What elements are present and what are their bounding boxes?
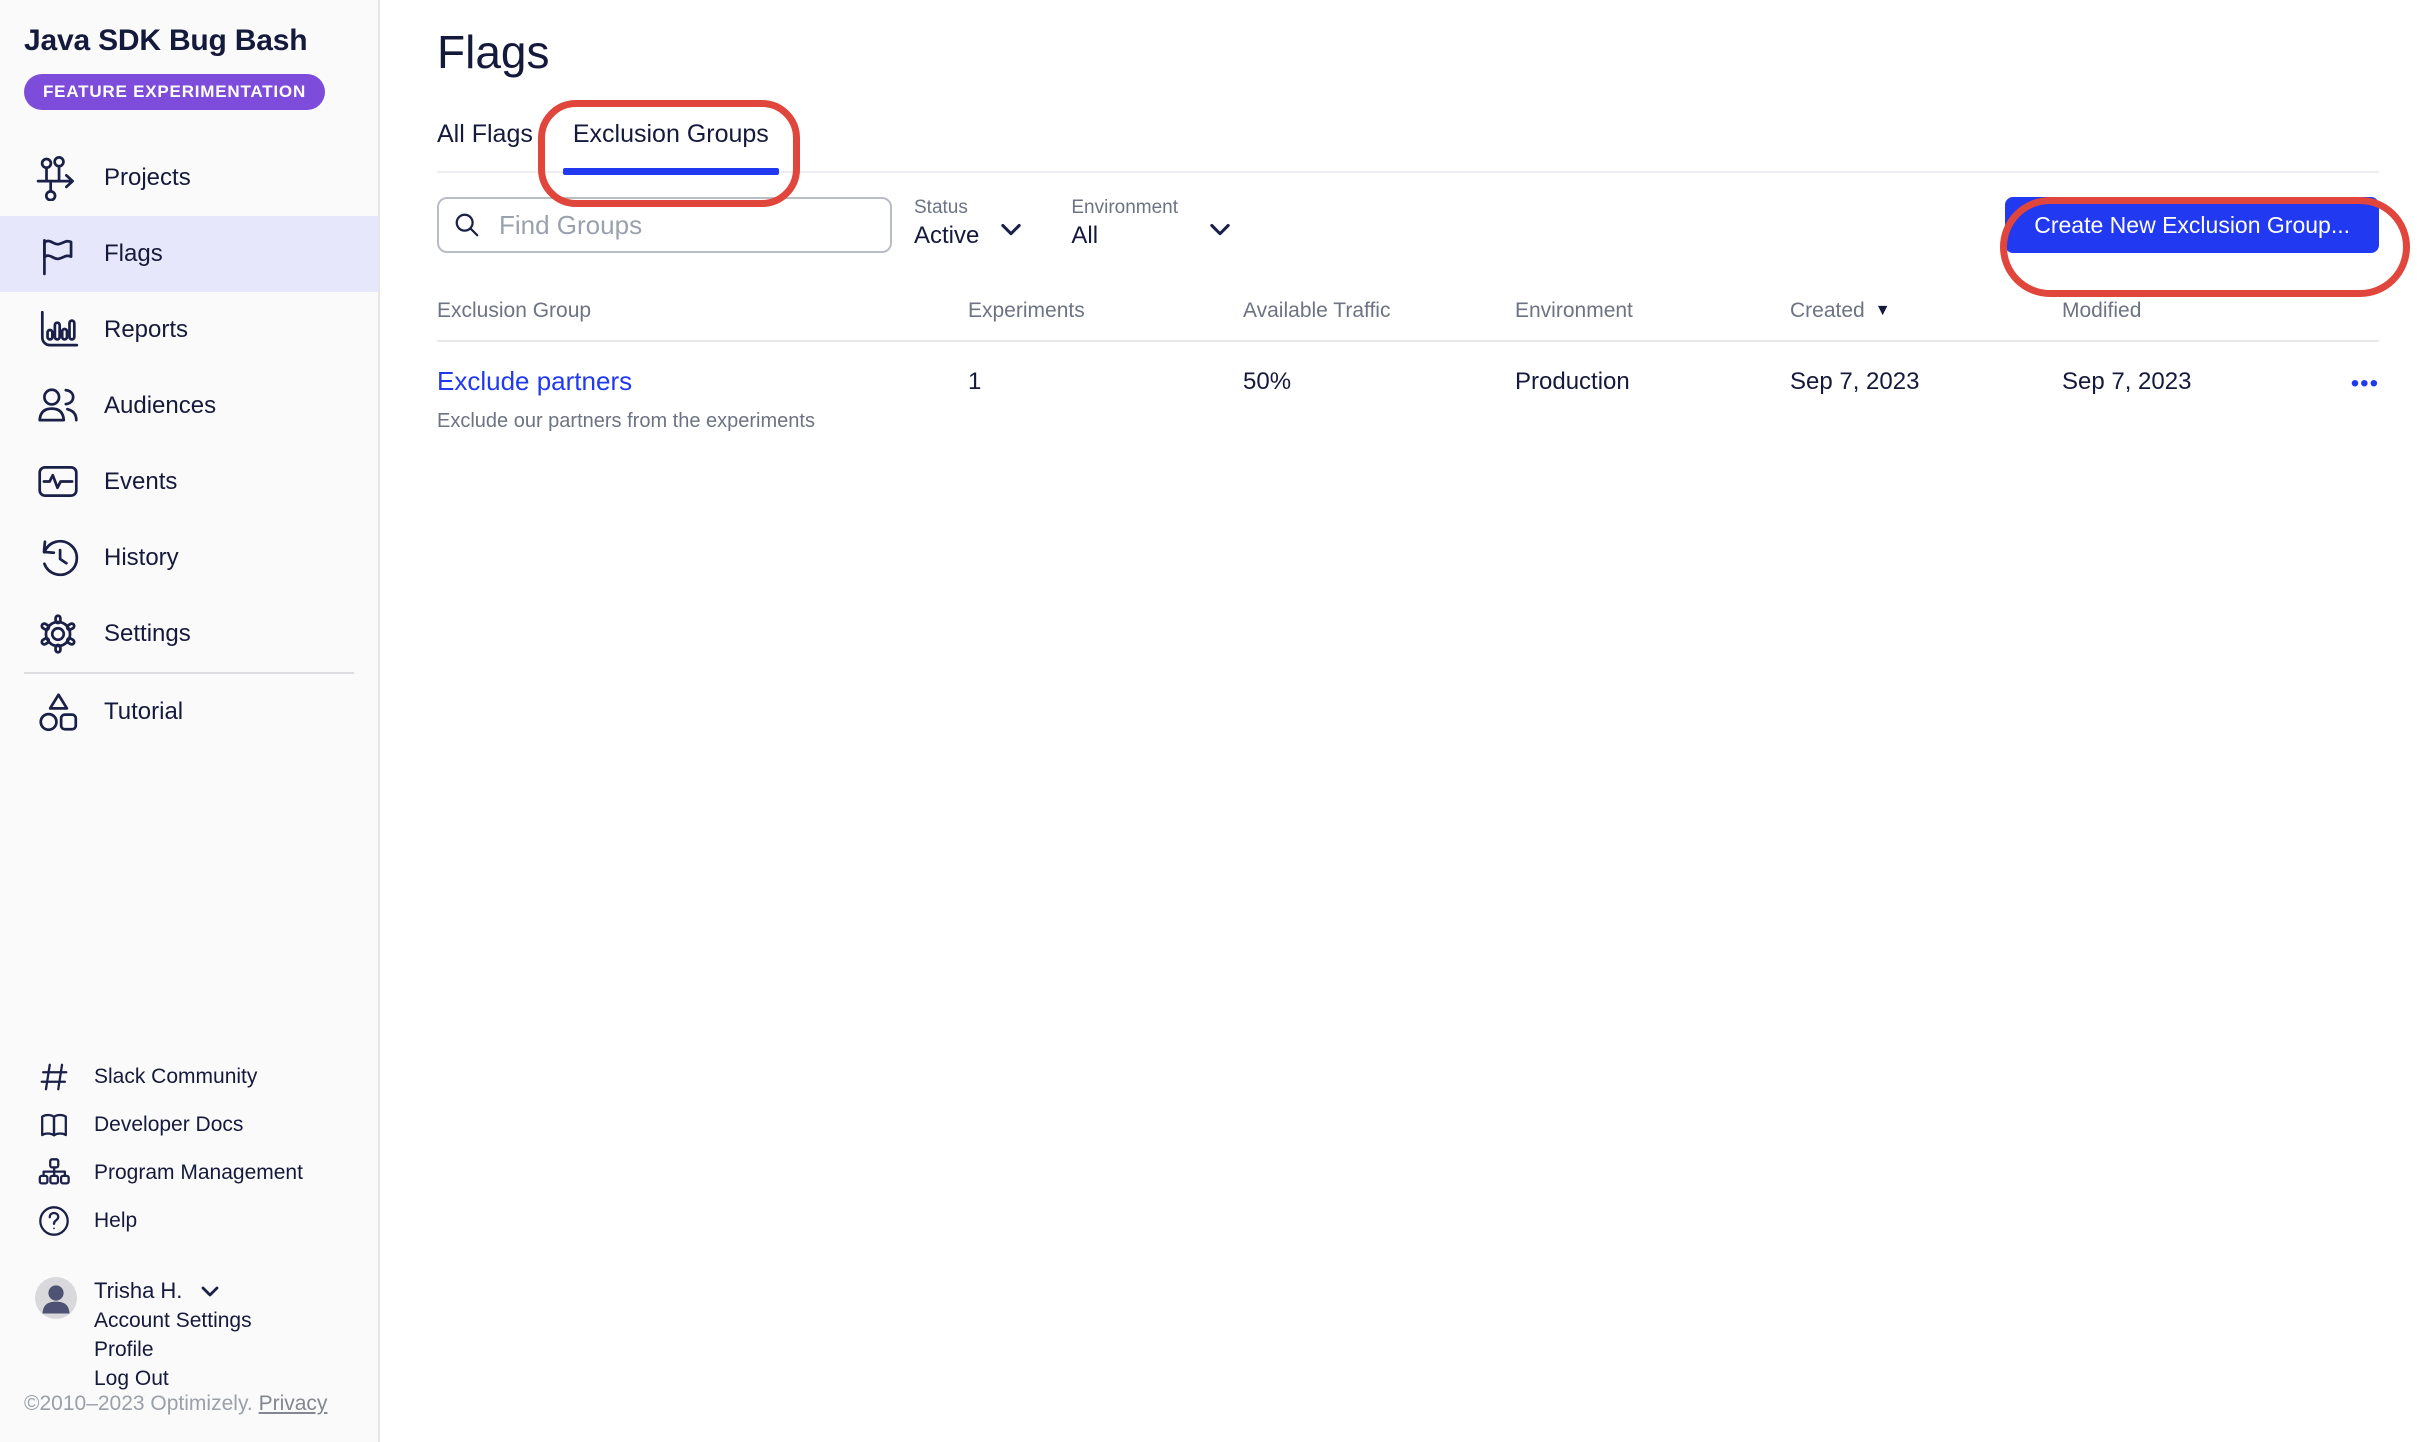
- product-badge: FEATURE EXPERIMENTATION: [24, 74, 326, 110]
- column-header-modified[interactable]: Modified: [2062, 299, 2379, 323]
- project-name: Java SDK Bug Bash: [24, 24, 308, 57]
- sidebar-link-program-management[interactable]: Program Management: [36, 1149, 378, 1197]
- main-content: Flags All Flags Exclusion Groups Status …: [380, 0, 2434, 1442]
- create-new-exclusion-group-button[interactable]: Create New Exclusion Group...: [2005, 197, 2379, 253]
- controls-row: Status Active Environment All Create New…: [437, 197, 2379, 253]
- sidebar-item-label: Events: [104, 468, 178, 495]
- experiments-cell: 1: [968, 368, 982, 395]
- privacy-link[interactable]: Privacy: [259, 1392, 328, 1415]
- sidebar-link-label: Slack Community: [94, 1065, 258, 1088]
- project-header: Java SDK Bug Bash FEATURE EXPERIMENTATIO…: [0, 24, 378, 110]
- avatar[interactable]: [35, 1277, 77, 1319]
- sidebar-link-help[interactable]: Help: [36, 1197, 378, 1245]
- exclusion-group-cell: Exclude partners Exclude our partners fr…: [437, 366, 968, 433]
- monitor-pulse-icon: [34, 458, 82, 506]
- status-filter-label: Status: [914, 197, 968, 218]
- sidebar-item-label: Flags: [104, 240, 163, 267]
- user-name: Trisha H.: [94, 1278, 183, 1303]
- column-header-exclusion-group[interactable]: Exclusion Group: [437, 299, 968, 323]
- table-row: Exclude partners Exclude our partners fr…: [437, 342, 2379, 433]
- available-traffic-cell: 50%: [1243, 368, 1292, 395]
- sidebar-item-label: History: [104, 544, 179, 571]
- user-menu-item-log-out[interactable]: Log Out: [94, 1365, 252, 1392]
- column-header-created[interactable]: Created ▼: [1790, 299, 2062, 323]
- environment-filter-label: Environment: [1071, 197, 1179, 218]
- user-name-row[interactable]: Trisha H.: [94, 1277, 252, 1305]
- sidebar-nav: Projects Flags Reports Audiences Events …: [0, 140, 378, 750]
- page-title: Flags: [437, 26, 550, 78]
- flag-icon: [34, 230, 82, 278]
- copyright-text: ©2010–2023 Optimizely.: [24, 1392, 253, 1415]
- user-menu-item-account-settings[interactable]: Account Settings: [94, 1307, 252, 1334]
- created-cell: Sep 7, 2023: [1790, 368, 1920, 395]
- sidebar-item-projects[interactable]: Projects: [0, 140, 378, 216]
- bar-chart-icon: [34, 306, 82, 354]
- sidebar-link-label: Developer Docs: [94, 1113, 244, 1136]
- status-filter-value: Active: [914, 222, 980, 249]
- sidebar-item-label: Projects: [104, 164, 191, 191]
- people-icon: [34, 382, 82, 430]
- sidebar: Java SDK Bug Bash FEATURE EXPERIMENTATIO…: [0, 0, 380, 1442]
- chevron-down-icon: [198, 1279, 222, 1303]
- table-header-row: Exclusion Group Experiments Available Tr…: [437, 299, 2379, 342]
- row-actions-ellipsis-icon[interactable]: •••: [2351, 368, 2379, 396]
- sidebar-item-history[interactable]: History: [0, 520, 378, 596]
- hash-icon: [36, 1059, 72, 1095]
- user-menu: Trisha H. Account Settings Profile Log O…: [94, 1277, 252, 1392]
- sidebar-link-developer-docs[interactable]: Developer Docs: [36, 1101, 378, 1149]
- tab-bar: All Flags Exclusion Groups: [437, 120, 2379, 175]
- history-clock-icon: [34, 534, 82, 582]
- column-header-experiments[interactable]: Experiments: [968, 299, 1243, 323]
- tab-exclusion-groups[interactable]: Exclusion Groups: [562, 120, 779, 175]
- column-header-available-traffic[interactable]: Available Traffic: [1243, 299, 1515, 323]
- sidebar-item-label: Audiences: [104, 392, 217, 419]
- sidebar-item-flags[interactable]: Flags: [0, 216, 378, 292]
- user-section: Trisha H. Account Settings Profile Log O…: [0, 1277, 378, 1392]
- sort-desc-icon: ▼: [1874, 302, 1891, 319]
- book-icon: [36, 1107, 72, 1143]
- tab-all-flags[interactable]: All Flags: [437, 120, 533, 171]
- search-icon: [453, 211, 481, 239]
- sidebar-link-label: Program Management: [94, 1161, 303, 1184]
- search-input[interactable]: [437, 197, 892, 253]
- sidebar-link-label: Help: [94, 1209, 138, 1232]
- chevron-down-icon[interactable]: [1206, 215, 1234, 243]
- shapes-icon: [34, 688, 82, 736]
- exclusion-groups-table: Exclusion Group Experiments Available Tr…: [437, 299, 2379, 433]
- sidebar-item-tutorial[interactable]: Tutorial: [0, 674, 378, 750]
- modified-cell: Sep 7, 2023 •••: [2062, 366, 2379, 433]
- org-chart-icon: [36, 1155, 72, 1191]
- environment-filter-value: All: [1071, 222, 1099, 249]
- chevron-down-icon[interactable]: [997, 215, 1025, 243]
- modified-date: Sep 7, 2023: [2062, 368, 2192, 395]
- gear-icon: [34, 610, 82, 658]
- question-icon: [36, 1203, 72, 1239]
- environment-cell: Production: [1515, 368, 1630, 395]
- sidebar-item-label: Settings: [104, 620, 191, 647]
- sidebar-item-reports[interactable]: Reports: [0, 292, 378, 368]
- user-menu-item-profile[interactable]: Profile: [94, 1336, 252, 1363]
- search-box: [437, 197, 892, 253]
- projects-icon: [34, 154, 82, 202]
- environment-filter[interactable]: Environment All: [1071, 197, 1234, 251]
- app-window: Java SDK Bug Bash FEATURE EXPERIMENTATIO…: [0, 0, 2434, 1442]
- exclusion-group-description: Exclude our partners from the experiment…: [437, 410, 815, 432]
- sidebar-links: Slack Community Developer Docs Program M…: [0, 1053, 378, 1245]
- sidebar-item-label: Reports: [104, 316, 189, 343]
- sidebar-item-label: Tutorial: [104, 698, 184, 725]
- exclusion-group-link[interactable]: Exclude partners: [437, 366, 632, 396]
- column-header-environment[interactable]: Environment: [1515, 299, 1790, 323]
- column-header-created-label: Created: [1790, 299, 1865, 322]
- sidebar-link-slack-community[interactable]: Slack Community: [36, 1053, 378, 1101]
- sidebar-item-settings[interactable]: Settings: [0, 596, 378, 672]
- sidebar-item-events[interactable]: Events: [0, 444, 378, 520]
- sidebar-item-audiences[interactable]: Audiences: [0, 368, 378, 444]
- status-filter[interactable]: Status Active: [914, 197, 1025, 251]
- copyright: ©2010–2023 Optimizely. Privacy: [0, 1392, 378, 1416]
